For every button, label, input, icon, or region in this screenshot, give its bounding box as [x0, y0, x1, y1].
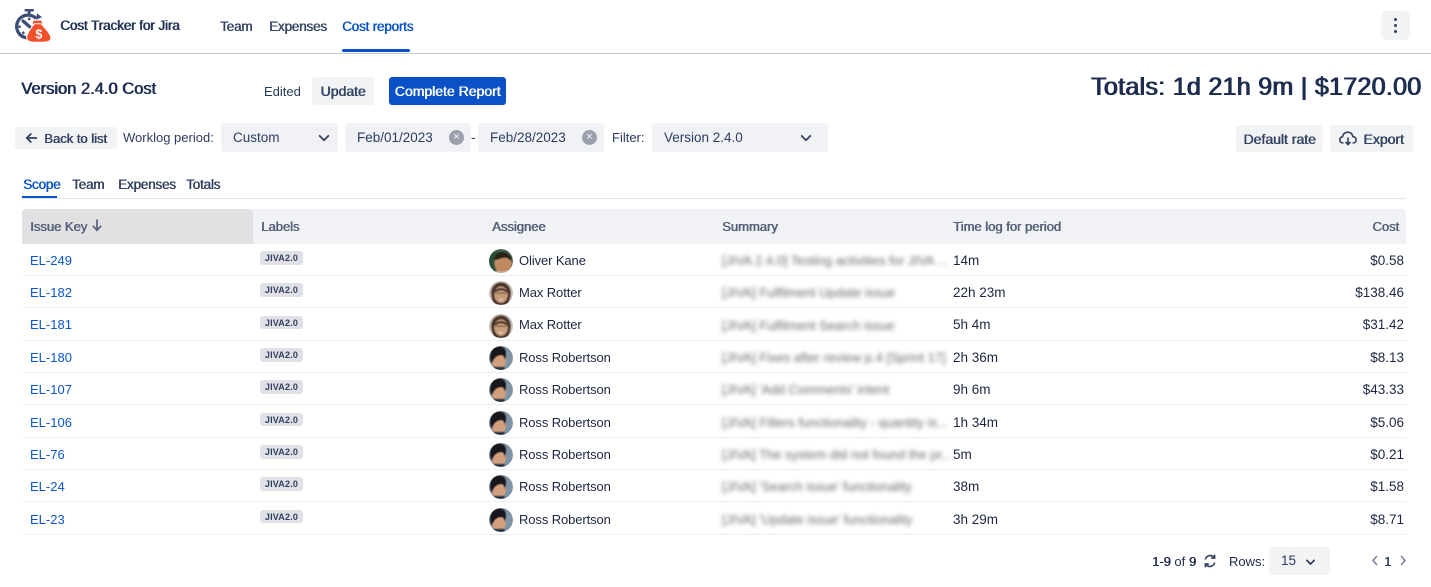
- svg-text:$: $: [35, 27, 42, 41]
